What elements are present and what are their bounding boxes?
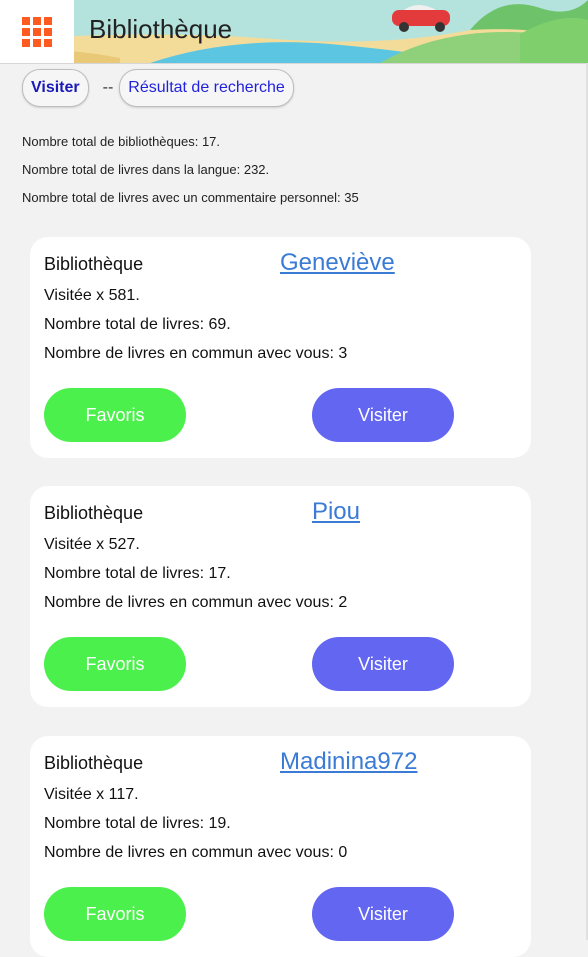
stat-books-in-language: Nombre total de livres dans la langue: 2… bbox=[22, 162, 270, 177]
library-card: Bibliothèque Geneviève Visitée x 581. No… bbox=[30, 237, 531, 458]
breadcrumb-visit[interactable]: Visiter bbox=[22, 69, 89, 107]
visit-button[interactable]: Visiter bbox=[312, 388, 454, 442]
menu-button[interactable] bbox=[0, 0, 74, 63]
visit-count: Visitée x 117. bbox=[44, 786, 139, 803]
common-books: Nombre de livres en commun avec vous: 0 bbox=[44, 844, 348, 861]
library-card: Bibliothèque Madinina972 Visitée x 117. … bbox=[30, 736, 531, 957]
breadcrumb: Visiter -- Résultat de recherche bbox=[22, 69, 294, 107]
total-books: Nombre total de livres: 17. bbox=[44, 565, 231, 582]
favorite-button[interactable]: Favoris bbox=[44, 887, 186, 941]
card-kind-label: Bibliothèque bbox=[44, 254, 144, 274]
breadcrumb-search-results[interactable]: Résultat de recherche bbox=[119, 69, 294, 107]
library-card: Bibliothèque Piou Visitée x 527. Nombre … bbox=[30, 486, 531, 707]
favorite-button[interactable]: Favoris bbox=[44, 388, 186, 442]
page-title: Bibliothèque bbox=[89, 14, 233, 44]
visit-button[interactable]: Visiter bbox=[312, 887, 454, 941]
visit-count: Visitée x 581. bbox=[44, 287, 140, 304]
common-books: Nombre de livres en commun avec vous: 3 bbox=[44, 345, 348, 362]
stat-libraries: Nombre total de bibliothèques: 17. bbox=[22, 134, 221, 149]
total-books: Nombre total de livres: 69. bbox=[44, 316, 231, 333]
owner-link[interactable]: Piou bbox=[280, 498, 392, 526]
stat-books-with-comment: Nombre total de livres avec un commentai… bbox=[22, 190, 359, 205]
visit-button[interactable]: Visiter bbox=[312, 637, 454, 691]
stats-summary: Nombre total de bibliothèques: 17. Nombr… bbox=[22, 133, 359, 217]
favorite-button[interactable]: Favoris bbox=[44, 637, 186, 691]
app-header: Bibliothèque bbox=[0, 0, 588, 64]
owner-link[interactable]: Geneviève bbox=[280, 249, 395, 277]
card-kind-label: Bibliothèque bbox=[44, 503, 144, 523]
owner-link[interactable]: Madinina972 bbox=[280, 748, 417, 776]
card-kind-label: Bibliothèque bbox=[44, 753, 144, 773]
visit-count: Visitée x 527. bbox=[44, 536, 140, 553]
grid-menu-icon bbox=[22, 16, 52, 47]
breadcrumb-separator: -- bbox=[102, 79, 114, 96]
total-books: Nombre total de livres: 19. bbox=[44, 815, 231, 832]
common-books: Nombre de livres en commun avec vous: 2 bbox=[44, 594, 348, 611]
